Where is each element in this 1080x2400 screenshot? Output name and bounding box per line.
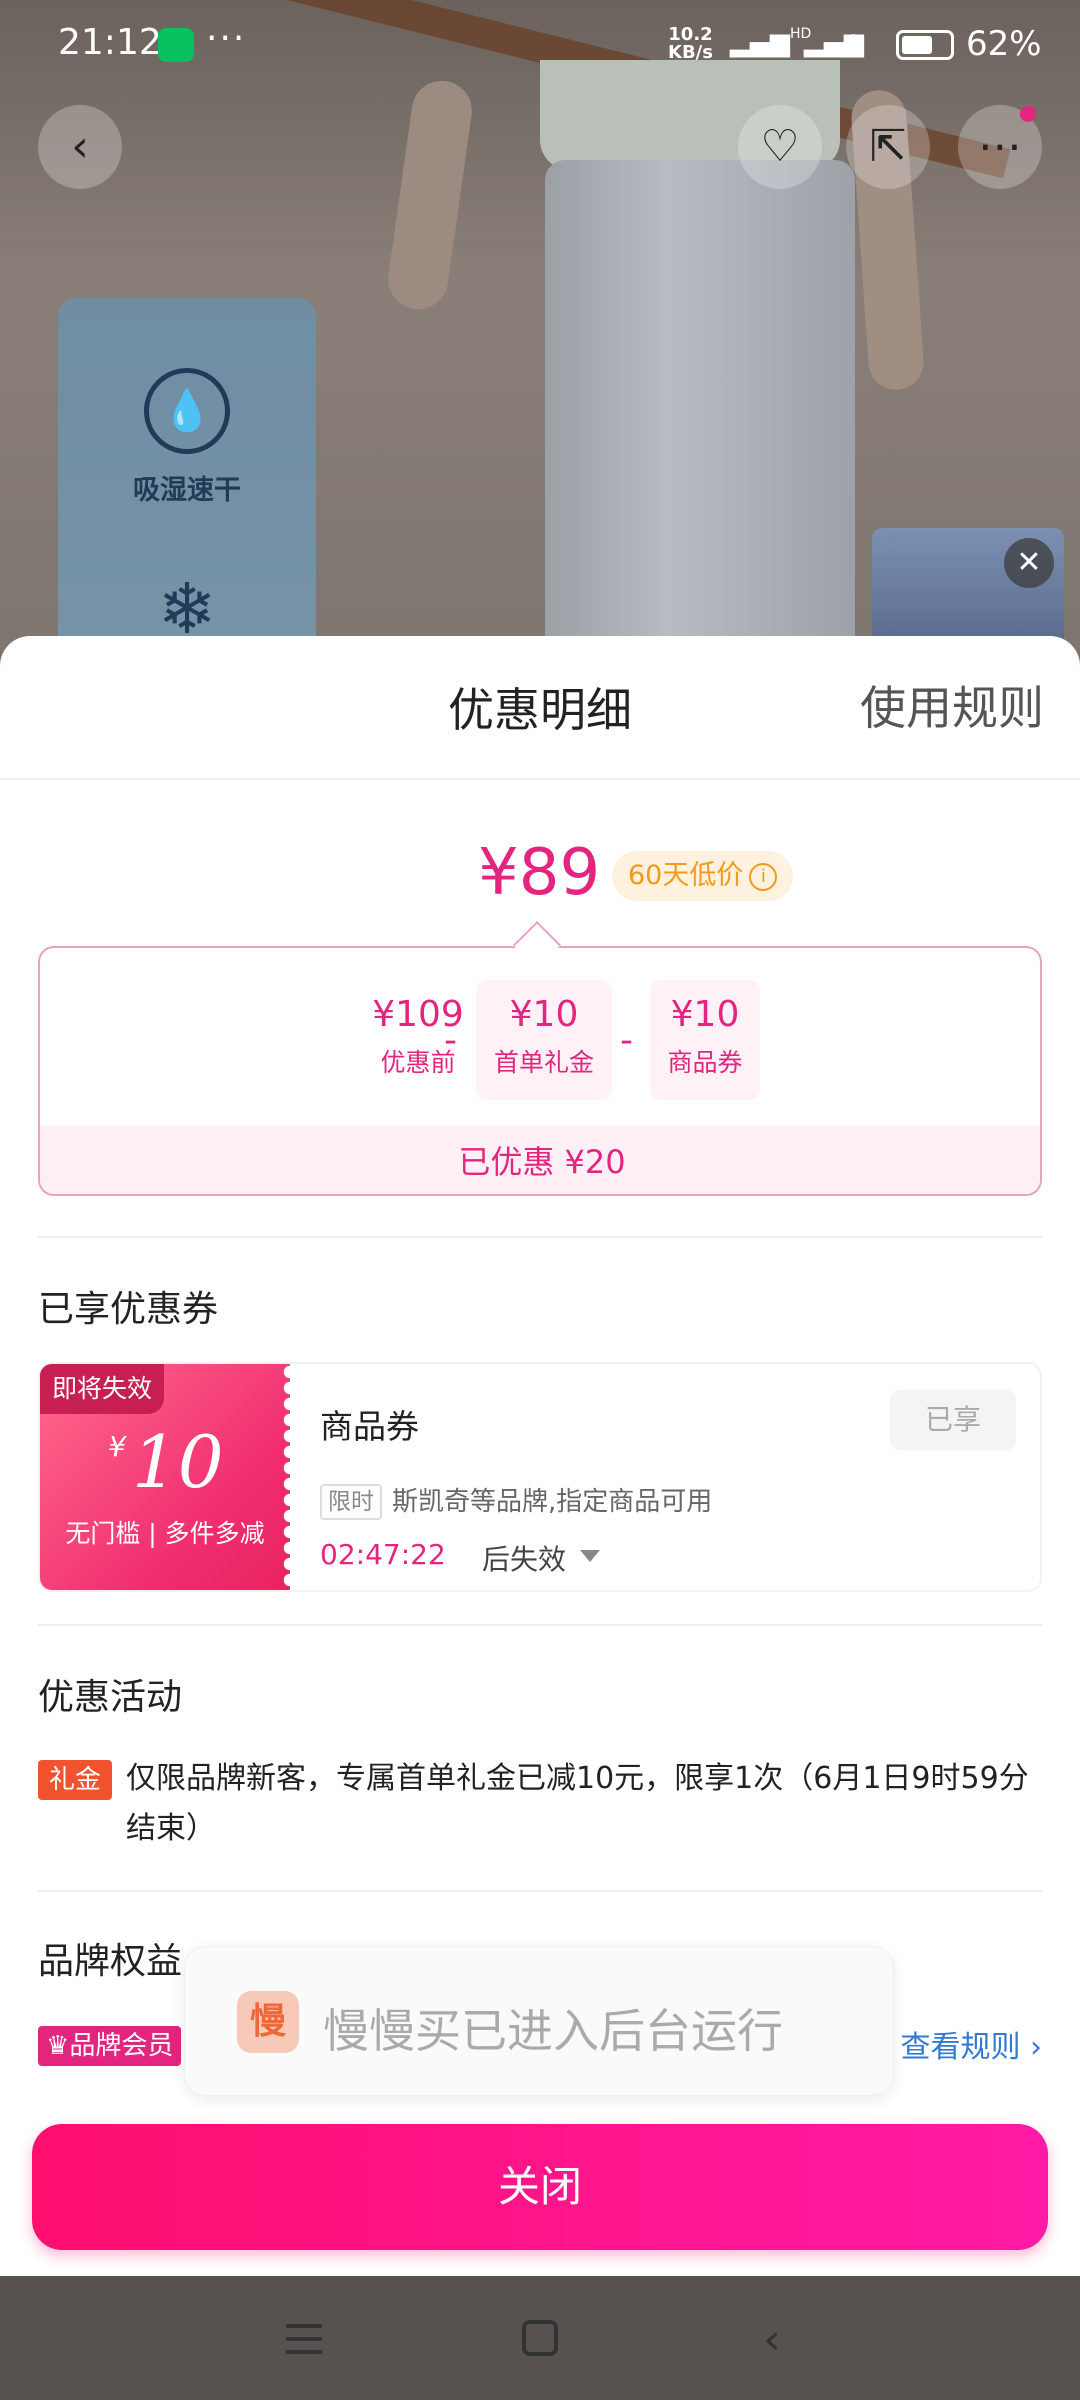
original-price-amount: ¥109 [372, 994, 464, 1035]
price-breakdown: ¥109 优惠前 - ¥10 首单礼金 - ¥10 商品券 已优惠 ¥20 [38, 946, 1042, 1196]
coupon-perforation [282, 1364, 298, 1590]
product-coupon-amount: ¥10 [670, 994, 740, 1035]
model-pants [545, 160, 855, 700]
net-speed: 10.2 KB/s [668, 26, 713, 62]
model-arm-left [384, 76, 476, 314]
more-icon: ⋯ [978, 121, 1022, 172]
wifi-icon: ◠ [842, 28, 865, 58]
coupon-name: 商品券 [320, 1407, 419, 1446]
final-price: ¥89 [478, 836, 601, 910]
coupon-currency: ¥ [108, 1430, 126, 1463]
back-button[interactable]: ‹ [38, 105, 122, 189]
brand-section-title: 品牌权益 [38, 1941, 183, 1982]
coupon-countdown: 02:47:22 [320, 1538, 446, 1571]
coupon-value: 10 [132, 1420, 224, 1504]
system-navigation-bar: ‹ [0, 2276, 1080, 2400]
chevron-down-icon[interactable] [580, 1550, 600, 1562]
brand-member-tag: ♛品牌会员 [38, 2026, 182, 2066]
minus-sign: - [444, 1020, 457, 1061]
divider [38, 1890, 1042, 1892]
feature-label: 吸湿速干 [133, 475, 241, 506]
battery-percent: 62% [966, 24, 1042, 64]
total-saved: 已优惠 ¥20 [40, 1126, 1040, 1194]
recent-apps-icon[interactable] [286, 2324, 322, 2354]
share-icon: ⇱ [869, 121, 907, 172]
coupon-conditions: 无门槛 | 多件多减 [65, 1519, 265, 1548]
coupon-value-panel: 即将失效 ¥ 10 无门槛 | 多件多减 [40, 1364, 298, 1590]
toast-message: 慢慢买已进入后台运行 [323, 2004, 783, 2058]
original-price-label: 优惠前 [380, 1048, 456, 1077]
original-price: ¥109 优惠前 [350, 980, 486, 1100]
first-order-gift-amount: ¥10 [509, 994, 579, 1035]
back-icon: ‹ [71, 121, 89, 172]
expiring-tag: 即将失效 [40, 1364, 165, 1414]
first-order-gift-label: 首单礼金 [493, 1048, 594, 1077]
divider [38, 1624, 1042, 1626]
info-icon[interactable]: i [749, 862, 778, 891]
coupon-card[interactable]: 即将失效 ¥ 10 无门槛 | 多件多减 商品券 已享 限时 斯凯奇等品牌,指定… [38, 1362, 1042, 1592]
activity-description: 仅限品牌新客，专属首单礼金已减10元，限享1次（6月1日9时59分结束） [126, 1761, 1029, 1846]
back-nav-icon[interactable]: ‹ [742, 2310, 802, 2370]
wechat-icon [158, 28, 194, 62]
product-coupon: ¥10 商品券 [650, 980, 760, 1100]
favorite-button[interactable]: ♡ [738, 105, 822, 189]
share-button[interactable]: ⇱ [846, 105, 930, 189]
product-coupon-label: 商品券 [667, 1048, 743, 1077]
view-rules-link[interactable]: 查看规则 › [900, 2022, 1042, 2066]
discount-detail-sheet: 优惠明细 使用规则 ¥89 60天低价 i ¥109 优惠前 - ¥10 首单礼金… [0, 636, 1080, 2276]
crown-icon: ♛ [46, 2031, 70, 2061]
divider [0, 778, 1080, 780]
coupons-section-title: 已享优惠券 [38, 1289, 219, 1330]
usage-rules-link[interactable]: 使用规则 [860, 672, 1044, 738]
notification-dot [1020, 106, 1036, 122]
app-icon: 慢 [237, 1991, 299, 2053]
moisture-wicking-icon: 💧 [144, 368, 230, 454]
low-price-badge[interactable]: 60天低价 i [612, 851, 794, 901]
brand-member-label: 品牌会员 [69, 2031, 174, 2061]
activity-section-title: 优惠活动 [38, 1677, 183, 1718]
net-speed-unit: KB/s [668, 42, 713, 63]
battery-icon [896, 30, 954, 60]
low-price-label: 60天低价 [628, 860, 744, 891]
coupon-scope: 斯凯奇等品牌,指定商品可用 [392, 1487, 713, 1517]
home-icon[interactable] [522, 2320, 558, 2356]
background-running-toast: 慢 慢慢买已进入后台运行 [184, 1946, 894, 2096]
first-order-gift: ¥10 首单礼金 [476, 980, 612, 1100]
coupon-countdown-suffix: 后失效 [482, 1543, 567, 1576]
close-button[interactable]: 关闭 [32, 2124, 1048, 2250]
limited-time-tag: 限时 [320, 1484, 382, 1520]
more-notifications-icon: ··· [206, 18, 247, 59]
gift-tag: 礼金 [38, 1760, 112, 1800]
battery-fill [902, 36, 932, 54]
status-time: 21:12 [58, 22, 162, 63]
coupon-applied-badge: 已享 [890, 1390, 1016, 1450]
status-bar: 21:12 ··· 10.2KB/s ▂▄▆ HD ▂▄▆ HD ◠ 62% [0, 0, 1080, 90]
heart-plus-icon: ♡ [760, 121, 800, 172]
signal-icon-sim1: ▂▄▆ [730, 28, 790, 58]
divider [38, 1236, 1042, 1238]
close-icon[interactable]: ✕ [1004, 538, 1054, 588]
minus-sign: - [620, 1020, 633, 1061]
